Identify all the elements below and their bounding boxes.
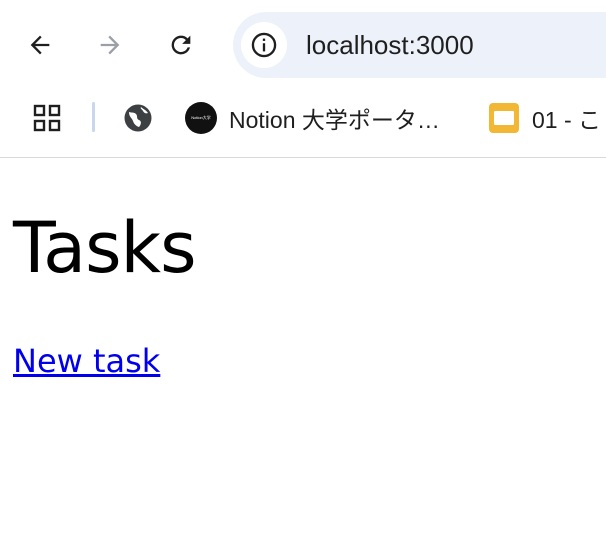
bookmarks-separator: [92, 102, 95, 132]
forward-arrow-icon: [100, 35, 120, 55]
globe-icon[interactable]: [123, 103, 153, 133]
browser-chrome: localhost:3000 Notion大学 Notion 大学ポータ… 01…: [0, 0, 606, 158]
bookmarks-bar: Notion大学 Notion 大学ポータ… 01 - こ: [0, 92, 606, 144]
back-button[interactable]: [20, 25, 60, 65]
page-content: Tasks New task: [0, 158, 606, 556]
reload-button[interactable]: [161, 25, 201, 65]
slides-icon: [489, 103, 519, 133]
page-title: Tasks: [13, 207, 197, 289]
bookmark-label: 01 - こ: [532, 107, 602, 133]
forward-button[interactable]: [90, 25, 130, 65]
reload-icon: [171, 35, 191, 55]
bookmark-notion[interactable]: Notion大学 Notion 大学ポータ…: [185, 101, 440, 135]
bookmark-label: Notion 大学ポータ…: [229, 107, 440, 133]
notion-logo-icon: Notion大学: [185, 102, 217, 134]
url-text: localhost:3000: [306, 30, 474, 60]
bookmark-slides[interactable]: 01 - こ: [488, 101, 601, 135]
info-icon: [251, 32, 277, 58]
site-info-button[interactable]: [241, 22, 287, 68]
apps-grid-icon[interactable]: [33, 104, 61, 132]
new-task-link[interactable]: New task: [13, 341, 160, 381]
back-arrow-icon: [30, 35, 50, 55]
address-bar[interactable]: localhost:3000: [233, 12, 606, 78]
